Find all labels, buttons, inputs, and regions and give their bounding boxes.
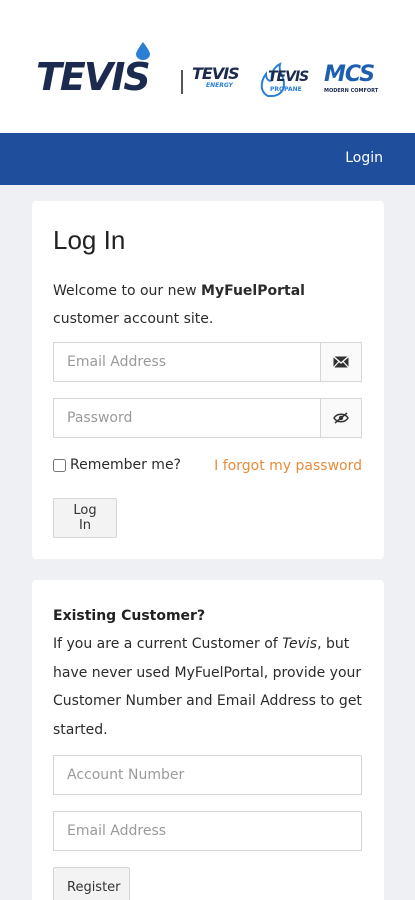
register-button[interactable]: Register [53,867,130,900]
email-input[interactable] [54,343,322,381]
account-number-input[interactable] [54,756,359,794]
register-card: Existing Customer? If you are a current … [32,580,384,900]
remember-me-label: Remember me? [70,457,181,473]
top-navbar: Login [0,133,415,185]
tevis-logo-text: TEVIS [36,55,151,99]
modern-comfort-logo-sub: MODERN COMFORT [324,88,379,94]
welcome-suffix: customer account site. [53,311,214,327]
logo-divider [181,70,183,94]
register-text-prefix: If you are a current Customer of [53,636,283,652]
tevis-propane-logo-sub: PROPANE [270,86,302,93]
nav-login-link[interactable]: Login [345,150,383,166]
tevis-energy-logo-text: TEVIS [192,64,240,83]
welcome-brand: MyFuelPortal [201,283,305,299]
modern-comfort-logo-text: MCS [324,62,375,87]
account-number-input-group [53,755,362,795]
email-input-group [53,342,362,382]
tevis-propane-logo: TEVIS PROPANE [258,62,314,98]
page-title: Log In [53,225,126,255]
register-email-input-group [53,811,362,851]
envelope-icon [320,343,361,381]
register-heading: Existing Customer? [53,608,206,624]
register-description: If you are a current Customer of Tevis, … [53,630,373,744]
register-text-company: Tevis [282,636,318,652]
remember-me: Remember me? [53,457,181,473]
remember-me-checkbox[interactable] [53,458,66,472]
register-email-input[interactable] [54,812,359,850]
forgot-password-link[interactable]: I forgot my password [214,458,362,474]
password-input-group [53,398,362,438]
tevis-energy-logo: TEVIS ENERGY [192,66,250,96]
welcome-prefix: Welcome to our new [53,283,202,299]
tevis-energy-logo-sub: ENERGY [206,82,233,89]
tevis-propane-logo-text: TEVIS [268,69,309,85]
password-input[interactable] [54,399,322,437]
eye-slash-icon[interactable] [320,399,361,437]
welcome-text: Welcome to our new MyFuelPortal customer… [53,277,353,333]
tevis-logo: TEVIS [36,42,174,98]
modern-comfort-logo: MCS MODERN COMFORT [322,64,382,98]
login-card: Log In Welcome to our new MyFuelPortal c… [32,201,384,559]
login-button[interactable]: Log In [53,498,117,538]
logo-header: TEVIS TEVIS ENERGY TEVIS PROPANE MCS MOD… [0,0,415,133]
